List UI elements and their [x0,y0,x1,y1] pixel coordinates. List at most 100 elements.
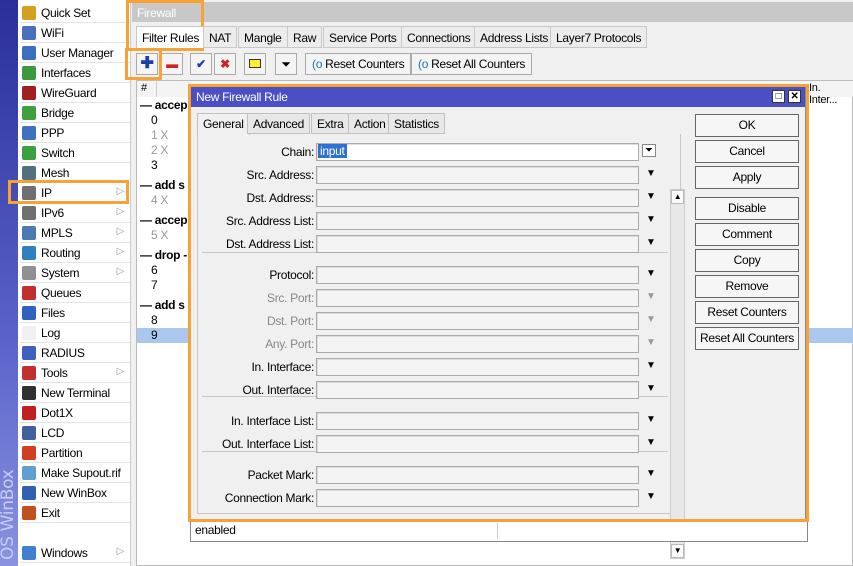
tab-layer7-protocols[interactable]: Layer7 Protocols [550,26,648,48]
tab-service-ports[interactable]: Service Ports [323,26,403,48]
dst-address-input[interactable] [316,189,639,207]
reset-counters-button[interactable]: (o Reset Counters [305,53,412,75]
sidebar-item-lcd[interactable]: LCD [20,423,130,443]
tab-address-lists[interactable]: Address Lists [474,26,555,48]
field-chain: Chain: input ⏷ [198,143,678,161]
chain-input[interactable]: input [316,143,639,161]
remove-button[interactable]: ▬ [161,53,183,75]
submenu-arrow-icon: ▷ [116,546,125,557]
comment-button[interactable] [244,53,266,75]
dropdown-arrow-icon[interactable]: ▼ [646,291,656,302]
reset-all-counters-button[interactable]: Reset All Counters [695,327,799,350]
protocol-input[interactable] [316,266,639,284]
sidebar-item-bridge[interactable]: Bridge [20,103,130,123]
sidebar-item-quick-set[interactable]: Quick Set [20,3,130,23]
field-in-interface: In. Interface: ▼ [198,358,678,376]
dialog-tab-action[interactable]: Action [348,113,392,134]
sidebar-item-new-winbox[interactable]: New WinBox [20,483,130,503]
comment-button[interactable]: Comment [695,223,799,246]
sidebar-item-user-manager[interactable]: User Manager [20,43,130,63]
dropdown-arrow-icon[interactable]: ▼ [646,491,656,502]
sidebar-item-mesh[interactable]: Mesh [20,163,130,183]
sidebar-item-dot1x[interactable]: Dot1X [20,403,130,423]
scroll-up-button[interactable]: ▲ [671,190,684,204]
sidebar-item-windows[interactable]: Windows ▷ [20,543,130,563]
out-interface-list-input[interactable] [316,435,639,453]
dropdown-arrow-icon[interactable]: ▼ [646,414,656,425]
scrollbar[interactable]: ▲ ▼ [670,189,685,559]
in-interface-list-input[interactable] [316,412,639,430]
dropdown-arrow-icon[interactable]: ⏷ [642,144,656,157]
dropdown-arrow-icon[interactable]: ▼ [646,437,656,448]
sidebar-item-wifi[interactable]: WiFi [20,23,130,43]
ok-button[interactable]: OK [695,114,799,137]
dialog-tab-general[interactable]: General [197,113,250,135]
dropdown-arrow-icon[interactable]: ▼ [646,468,656,479]
dst-address-list-input[interactable] [316,235,639,253]
sidebar-item-files[interactable]: Files [20,303,130,323]
any-port-input[interactable] [316,335,639,353]
field-dst-port: Dst. Port: ▼ [198,312,678,330]
sidebar-item-interfaces[interactable]: Interfaces [20,63,130,83]
dialog-tab-statistics[interactable]: Statistics [388,113,446,134]
sidebar-item-tools[interactable]: Tools ▷ [20,363,130,383]
tab-connections[interactable]: Connections [401,26,477,48]
tab-nat[interactable]: NAT [203,26,238,48]
filter-button[interactable]: ⏷ [275,53,297,75]
column-header-number[interactable]: # [137,81,157,97]
sidebar-item-routing[interactable]: Routing ▷ [20,243,130,263]
src-address-list-input[interactable] [316,212,639,230]
dialog-tab-extra[interactable]: Extra [311,113,350,134]
scroll-down-button[interactable]: ▼ [671,544,684,558]
sidebar-item-wireguard[interactable]: WireGuard [20,83,130,103]
dropdown-arrow-icon[interactable]: ▼ [646,360,656,371]
out-interface-input[interactable] [316,381,639,399]
dropdown-arrow-icon[interactable]: ▼ [646,314,656,325]
dropdown-arrow-icon[interactable]: ▼ [646,168,656,179]
sidebar-item-log[interactable]: Log [20,323,130,343]
enable-button[interactable]: ✔ [190,53,212,75]
apply-button[interactable]: Apply [695,166,799,189]
dropdown-arrow-icon[interactable]: ▼ [646,237,656,248]
disable-button[interactable]: ✖ [214,53,236,75]
sidebar-item-partition[interactable]: Partition [20,443,130,463]
sidebar-item-mpls[interactable]: MPLS ▷ [20,223,130,243]
sidebar-item-new-terminal[interactable]: New Terminal [20,383,130,403]
reset-counters-button[interactable]: Reset Counters [695,301,799,324]
src-address-input[interactable] [316,166,639,184]
field-label: Src. Address: [246,168,315,182]
connection-mark-input[interactable] [316,489,639,507]
dst-port-input[interactable] [316,312,639,330]
sidebar-item-ipv6[interactable]: IPv6 ▷ [20,203,130,223]
dropdown-arrow-icon[interactable]: ▼ [646,214,656,225]
tab-filter-rules[interactable]: Filter Rules [136,26,206,48]
sidebar-item-ip[interactable]: IP ▷ [20,183,130,203]
maximize-button[interactable]: □ [772,90,785,103]
remove-button[interactable]: Remove [695,275,799,298]
packet-mark-input[interactable] [316,466,639,484]
close-button[interactable]: ✕ [788,90,801,103]
disable-button[interactable]: Disable [695,197,799,220]
dialog-title-bar[interactable]: New Firewall Rule □ ✕ [191,87,805,107]
sidebar-item-system[interactable]: System ▷ [20,263,130,283]
tab-mangle[interactable]: Mangle [238,26,288,48]
src-port-input[interactable] [316,289,639,307]
sidebar-item-exit[interactable]: Exit [20,503,130,523]
sidebar-item-ppp[interactable]: PPP [20,123,130,143]
add-button[interactable]: ✚ [136,53,158,75]
in-interface-input[interactable] [316,358,639,376]
reset-all-counters-button[interactable]: (o Reset All Counters [411,53,533,75]
sidebar-item-make-supout-rif[interactable]: Make Supout.rif [20,463,130,483]
dropdown-arrow-icon[interactable]: ▼ [646,383,656,394]
column-header-in-interface[interactable]: In. Inter... [805,81,853,106]
dropdown-arrow-icon[interactable]: ▼ [646,191,656,202]
tab-raw[interactable]: Raw [287,26,323,48]
cancel-button[interactable]: Cancel [695,140,799,163]
dialog-tab-advanced[interactable]: Advanced [247,113,310,134]
copy-button[interactable]: Copy [695,249,799,272]
dropdown-arrow-icon[interactable]: ▼ [646,268,656,279]
sidebar-item-radius[interactable]: RADIUS [20,343,130,363]
sidebar-item-switch[interactable]: Switch [20,143,130,163]
sidebar-item-queues[interactable]: Queues [20,283,130,303]
dropdown-arrow-icon[interactable]: ▼ [646,337,656,348]
